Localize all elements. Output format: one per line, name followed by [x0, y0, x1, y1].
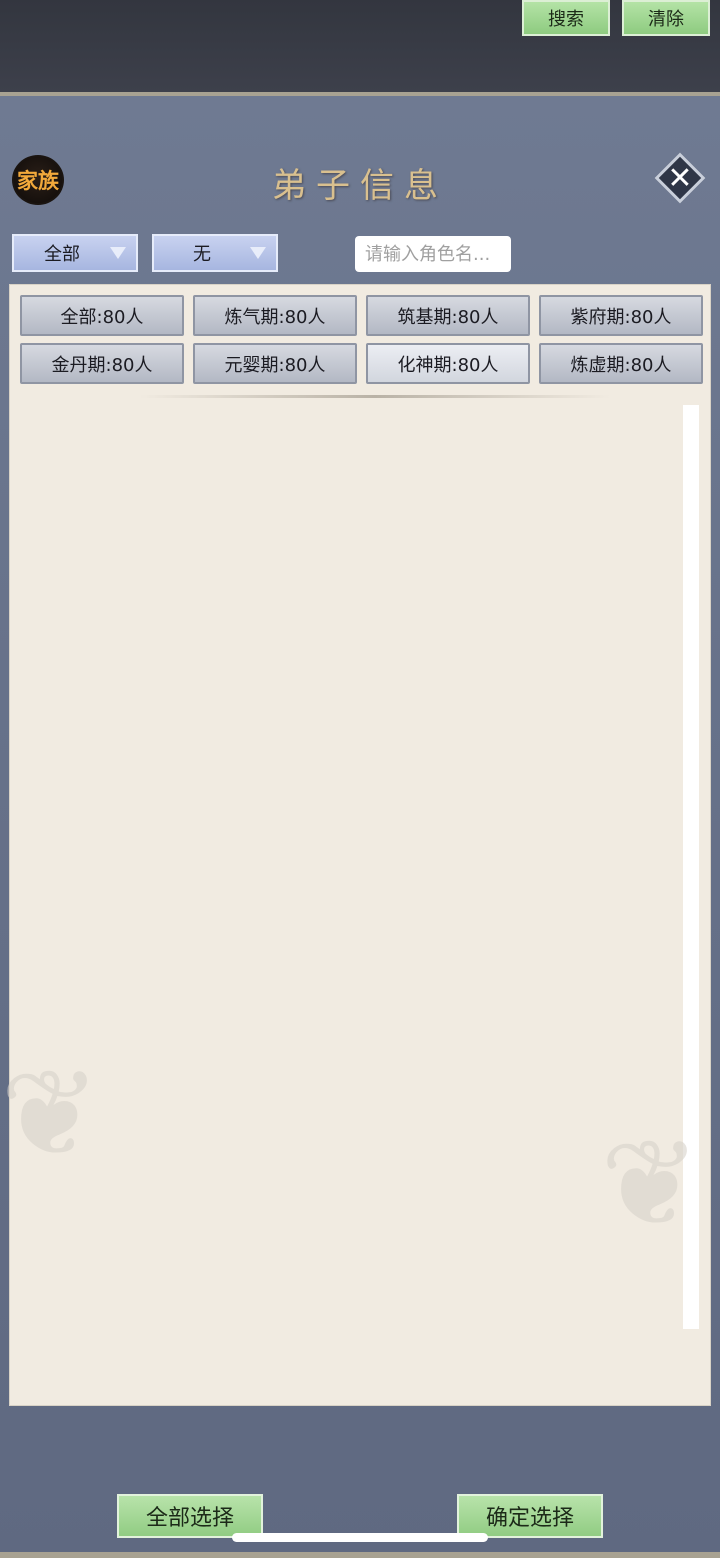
- filter-lianqi[interactable]: 炼气期:80人: [193, 295, 357, 336]
- filter-zifu[interactable]: 紫府期:80人: [539, 295, 703, 336]
- select-all-button[interactable]: 全部选择: [117, 1494, 263, 1538]
- category-dropdown[interactable]: 全部: [12, 234, 138, 272]
- close-button[interactable]: ✕: [654, 152, 706, 204]
- realm-filter-grid: 全部:80人 炼气期:80人 筑基期:80人 紫府期:80人 金丹期:80人 元…: [20, 295, 703, 384]
- divider: [140, 395, 610, 398]
- search-button[interactable]: 搜索: [522, 0, 610, 36]
- clear-button[interactable]: 清除: [622, 0, 710, 36]
- bamboo-decoration-icon: ❦: [0, 1045, 101, 1184]
- filter-yuanying[interactable]: 元婴期:80人: [193, 343, 357, 384]
- disciple-list-panel: 全部:80人 炼气期:80人 筑基期:80人 紫府期:80人 金丹期:80人 元…: [0, 284, 711, 1406]
- top-bar: [0, 0, 720, 92]
- filter-jindan[interactable]: 金丹期:80人: [20, 343, 184, 384]
- filter-huashen[interactable]: 化神期:80人: [366, 343, 530, 384]
- chevron-down-icon: [250, 247, 266, 259]
- filter-all[interactable]: 全部:80人: [20, 295, 184, 336]
- filter-lianxu[interactable]: 炼虚期:80人: [539, 343, 703, 384]
- sort-dropdown[interactable]: 无: [152, 234, 278, 272]
- search-input[interactable]: [355, 236, 511, 272]
- filter-zhuji[interactable]: 筑基期:80人: [366, 295, 530, 336]
- frame-border: [0, 1552, 720, 1558]
- close-icon: ✕: [667, 160, 693, 196]
- chevron-down-icon: [110, 247, 126, 259]
- page-title: 弟子信息: [272, 166, 448, 206]
- sort-dropdown-value: 无: [193, 244, 211, 265]
- category-dropdown-value: 全部: [44, 244, 80, 265]
- home-indicator[interactable]: [232, 1533, 488, 1542]
- bamboo-decoration-icon: ❦: [600, 1115, 701, 1254]
- confirm-selection-button[interactable]: 确定选择: [457, 1494, 603, 1538]
